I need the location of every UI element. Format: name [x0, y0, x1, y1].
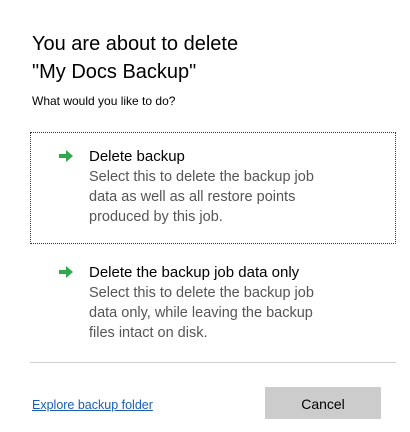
delete-job-data-only-option[interactable]: Delete the backup job data only Select t…: [30, 254, 396, 354]
description-line: data as well as all restore points: [89, 189, 296, 205]
dialog-prompt: What would you like to do?: [32, 94, 176, 108]
delete-backup-option[interactable]: Delete backup Select this to delete the …: [30, 132, 396, 244]
delete-backup-option-description: Select this to delete the backup job dat…: [89, 167, 379, 227]
delete-job-data-only-option-description: Select this to delete the backup job dat…: [89, 283, 379, 343]
description-line: Select this to delete the backup job: [89, 169, 314, 185]
delete-backup-option-title: Delete backup: [89, 148, 185, 165]
dialog-title: You are about to delete "My Docs Backup": [32, 30, 382, 86]
description-line: produced by this job.: [89, 209, 223, 225]
description-line: files intact on disk.: [89, 325, 208, 341]
green-arrow-icon: [58, 265, 74, 279]
footer-divider: [30, 362, 396, 363]
delete-job-data-only-option-title: Delete the backup job data only: [89, 264, 300, 281]
description-line: Select this to delete the backup job: [89, 285, 314, 301]
dialog-title-line-2: "My Docs Backup": [32, 61, 197, 83]
green-arrow-icon: [58, 149, 74, 163]
delete-backup-dialog: You are about to delete "My Docs Backup"…: [0, 0, 410, 432]
description-line: data only, while leaving the backup: [89, 305, 313, 321]
dialog-title-line-1: You are about to delete: [32, 33, 239, 55]
cancel-button[interactable]: Cancel: [265, 387, 381, 419]
explore-backup-folder-link[interactable]: Explore backup folder: [32, 397, 153, 413]
